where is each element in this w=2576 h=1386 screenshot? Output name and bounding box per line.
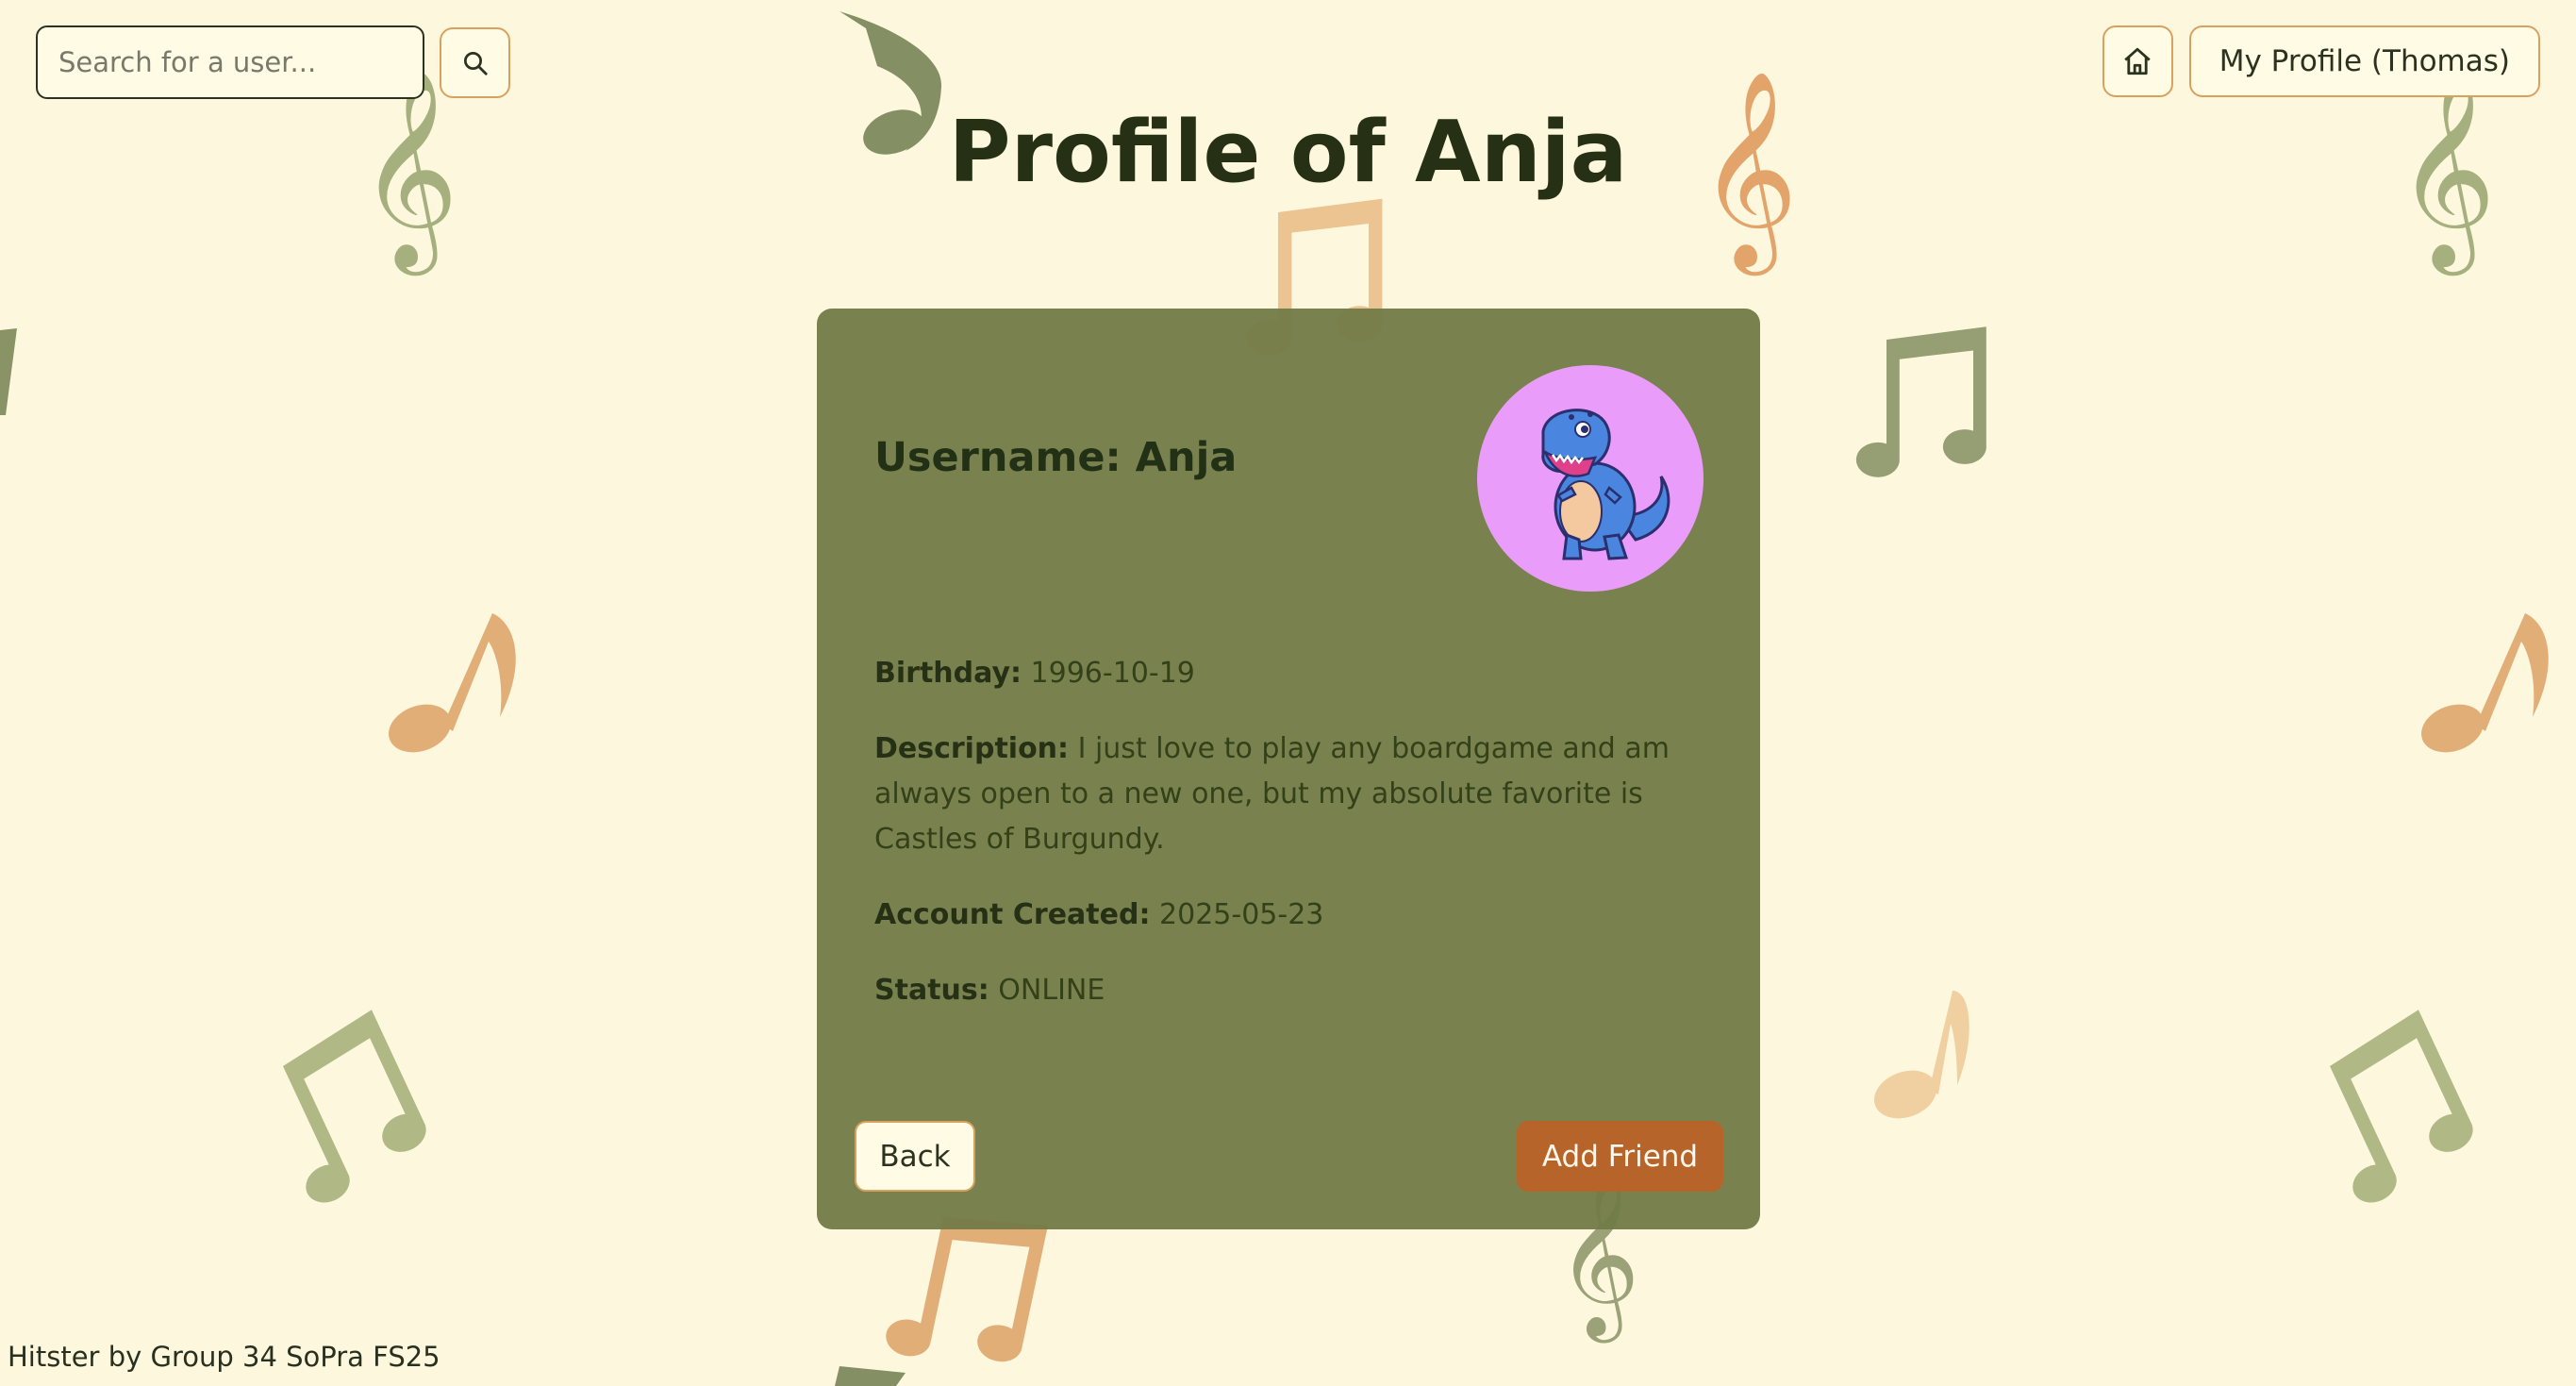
my-profile-button[interactable]: My Profile (Thomas)	[2188, 25, 2540, 97]
footer-text: Hitster by Group 34 SoPra FS25	[8, 1341, 440, 1373]
status-row: Status: ONLINE	[874, 968, 1704, 1013]
search-button[interactable]	[440, 27, 510, 98]
birthday-value: 1996-10-19	[1030, 657, 1195, 690]
page-title: Profile of Anja	[948, 103, 1628, 202]
note-shape	[248, 1010, 439, 1210]
note-shape	[1855, 326, 1986, 477]
profile-card: Username: Anja Birthday: 1996-10-19 Desc…	[817, 309, 1760, 1229]
birthday-row: Birthday: 1996-10-19	[874, 651, 1704, 696]
account-created-row: Account Created: 2025-05-23	[874, 893, 1704, 938]
dinosaur-avatar-icon	[1541, 409, 1670, 560]
note-shape	[2295, 1010, 2485, 1210]
back-button[interactable]: Back	[855, 1121, 975, 1192]
search-icon	[463, 51, 488, 75]
note-shape	[1874, 991, 1969, 1119]
username-label: Username:	[874, 434, 1122, 481]
username-row: Username: Anja	[874, 434, 1237, 481]
search-input[interactable]	[36, 25, 424, 99]
account-created-value: 2025-05-23	[1159, 898, 1324, 931]
note-shape	[2421, 613, 2549, 753]
status-value: ONLINE	[998, 974, 1105, 1007]
note-shape	[0, 328, 17, 415]
add-friend-button[interactable]: Add Friend	[1517, 1121, 1723, 1192]
description-row: Description: I just love to play any boa…	[874, 726, 1704, 862]
home-button[interactable]	[2102, 25, 2173, 97]
note-shape	[835, 1366, 906, 1386]
status-label: Status:	[874, 974, 989, 1007]
description-label: Description:	[874, 732, 1070, 765]
user-search-bar	[36, 25, 510, 99]
birthday-label: Birthday:	[874, 657, 1022, 690]
profile-details: Birthday: 1996-10-19 Description: I just…	[874, 651, 1704, 1044]
avatar	[1477, 365, 1703, 592]
home-icon	[2124, 47, 2151, 75]
note-shape	[389, 613, 516, 753]
top-navigation: My Profile (Thomas)	[2102, 25, 2540, 97]
account-created-label: Account Created:	[874, 898, 1151, 931]
username-value: Anja	[1135, 434, 1238, 481]
